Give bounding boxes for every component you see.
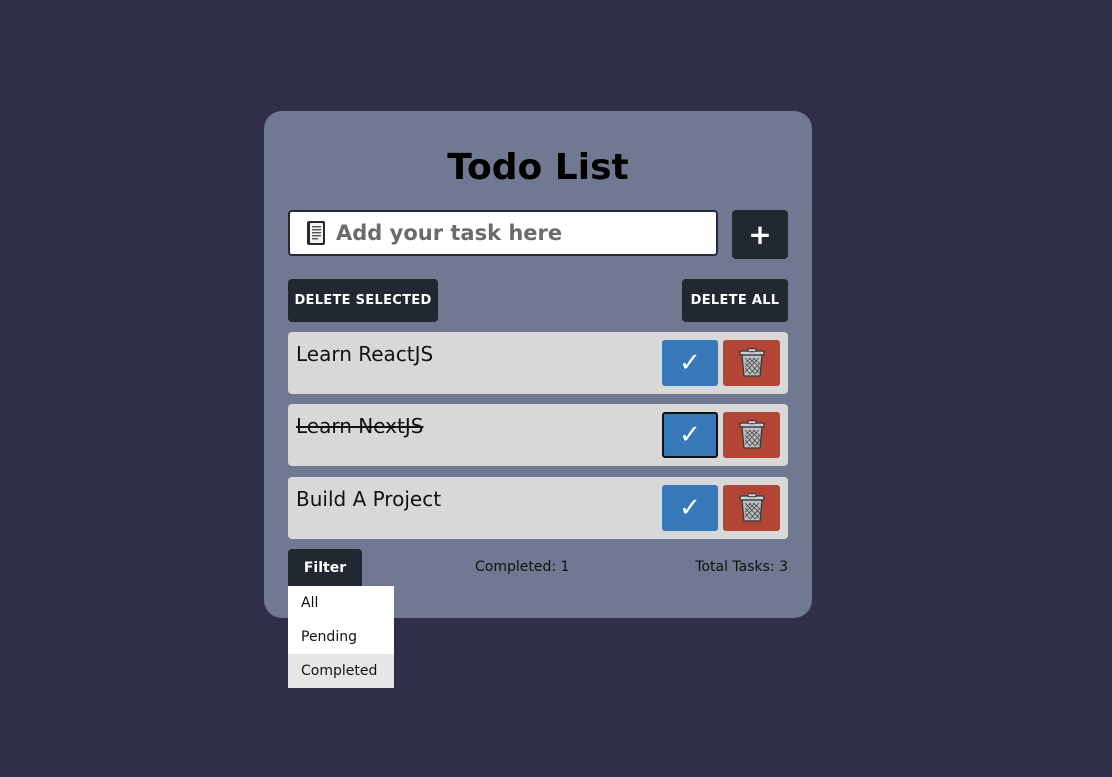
filter-option-completed[interactable]: Completed (288, 654, 394, 688)
todo-text: Build A Project (296, 487, 442, 511)
filter-button[interactable]: Filter (288, 549, 362, 586)
delete-task-button[interactable] (723, 485, 780, 531)
trash-icon (738, 493, 765, 522)
complete-button[interactable]: ✓ (662, 340, 718, 386)
delete-all-button[interactable]: DELETE ALL (682, 279, 788, 322)
page-title: Todo List (447, 147, 629, 188)
total-tasks-count: Total Tasks: 3 (695, 559, 788, 575)
filter-option-all[interactable]: All (288, 586, 394, 620)
todo-text: Learn ReactJS (296, 342, 434, 366)
task-input[interactable] (336, 221, 696, 245)
filter-dropdown-menu: All Pending Completed (288, 586, 394, 688)
task-input-container[interactable] (288, 210, 718, 256)
todo-item[interactable]: Build A Project ✓ (288, 477, 788, 539)
completed-count: Completed: 1 (475, 559, 570, 575)
complete-button[interactable]: ✓ (662, 485, 718, 531)
todo-item[interactable]: Learn ReactJS ✓ (288, 332, 788, 394)
filter-option-pending[interactable]: Pending (288, 620, 394, 654)
todo-item[interactable]: Learn NextJS ✓ (288, 404, 788, 466)
todo-text: Learn NextJS (296, 414, 424, 438)
trash-icon (738, 420, 765, 449)
add-task-button[interactable]: + (732, 210, 788, 259)
trash-icon (738, 348, 765, 377)
notebook-icon (307, 221, 325, 245)
complete-button[interactable]: ✓ (662, 412, 718, 458)
delete-task-button[interactable] (723, 340, 780, 386)
delete-selected-button[interactable]: DELETE SELECTED (288, 279, 438, 322)
delete-task-button[interactable] (723, 412, 780, 458)
